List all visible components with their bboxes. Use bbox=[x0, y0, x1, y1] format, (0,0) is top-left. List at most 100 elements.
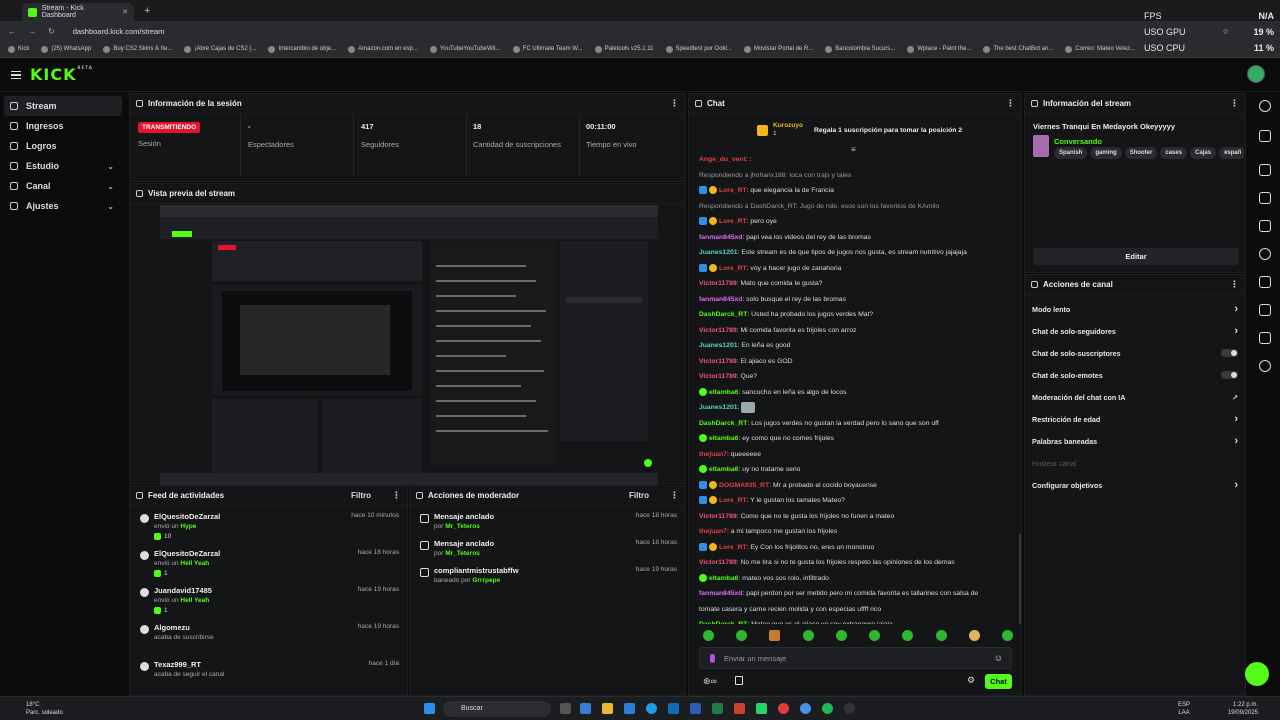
chat-username[interactable]: Juanes1201 bbox=[699, 249, 738, 256]
more-icon[interactable]: ⋮ bbox=[1006, 98, 1015, 109]
emote-icon[interactable] bbox=[1001, 630, 1013, 641]
wrench-icon[interactable] bbox=[1259, 332, 1271, 344]
chat-message[interactable]: Lore_RT: pero oye bbox=[689, 214, 1013, 230]
chat-message[interactable]: eltamba6: sancocho en leña es algo de lo… bbox=[689, 385, 1013, 401]
bookmark-item[interactable]: The best ChatBot an... bbox=[983, 45, 1053, 53]
chat-message[interactable]: tomate casera y carne recien molida y co… bbox=[689, 602, 1013, 618]
bookmark-item[interactable]: Correo: Mateo Velez... bbox=[1065, 45, 1135, 53]
chat-username[interactable]: eltamba6 bbox=[709, 389, 738, 396]
menu-icon[interactable] bbox=[11, 71, 21, 79]
forward-icon[interactable]: → bbox=[28, 27, 36, 36]
mic-icon[interactable] bbox=[710, 654, 715, 663]
mod-action-user[interactable]: Grrrpepe bbox=[472, 577, 500, 584]
chat-bubble-icon[interactable] bbox=[1259, 248, 1271, 260]
channel-action-row[interactable]: Palabras baneadas › bbox=[1025, 430, 1245, 452]
chat-username[interactable]: DashDarck_RT bbox=[699, 420, 747, 427]
close-tab-icon[interactable]: ✕ bbox=[122, 8, 128, 16]
filter-button[interactable]: Filtro bbox=[629, 491, 649, 500]
avatar[interactable] bbox=[1247, 65, 1265, 83]
chat-message[interactable]: Victor11789: Que? bbox=[689, 369, 1013, 385]
sidebar-item-logros[interactable]: Logros bbox=[0, 136, 128, 156]
chat-message[interactable]: DashDarck_RT: Usted ha probado los jugos… bbox=[689, 307, 1013, 323]
emote-icon[interactable] bbox=[835, 630, 847, 641]
clock[interactable]: 1:22 p.m. 19/09/2025 bbox=[1228, 701, 1258, 717]
stream-tag[interactable]: Spanish bbox=[1054, 147, 1088, 159]
chat-username[interactable]: Victor11789 bbox=[699, 358, 737, 365]
switch-icon[interactable] bbox=[1259, 276, 1271, 288]
toggle-switch[interactable] bbox=[1221, 371, 1238, 379]
chat-username[interactable]: Victor11789 bbox=[699, 280, 737, 287]
chat-username[interactable]: Ange_du_vent bbox=[699, 156, 746, 163]
chat-message[interactable]: eltamba6: mateo vos sos rolo, infiltrado bbox=[689, 571, 1013, 587]
bookmark-item[interactable]: Speedtest por Ookl... bbox=[665, 45, 732, 53]
chat-username[interactable]: fanman845xd bbox=[699, 234, 742, 241]
language-indicator[interactable]: ESP LAA bbox=[1178, 701, 1190, 717]
more-icon[interactable]: ⋮ bbox=[392, 490, 401, 501]
chat-message[interactable]: Lore_RT: Ey Con los frijolitos no, eres … bbox=[689, 540, 1013, 556]
sidebar-item-estudio[interactable]: Estudio ⌄ bbox=[0, 156, 128, 176]
emote-icon[interactable] bbox=[968, 630, 980, 641]
bookmark-item[interactable]: ¡Abre Cajas de CS2 (... bbox=[184, 45, 256, 53]
spotify-icon[interactable] bbox=[822, 703, 833, 714]
chat-username[interactable]: Juanes1201 bbox=[699, 404, 738, 411]
emote-icon[interactable] bbox=[703, 630, 714, 641]
chat-username[interactable]: DOGMA935_RT bbox=[719, 482, 769, 489]
pinned-gift-banner[interactable]: Kurozuyo 1 Regala 1 suscripción para tom… bbox=[757, 122, 962, 138]
stream-preview[interactable] bbox=[160, 205, 658, 485]
bookmark-item[interactable]: Movistar Portal de R... bbox=[743, 45, 813, 53]
bookmark-item[interactable]: FC Ultimate Team W... bbox=[512, 45, 583, 53]
sidebar-item-stream[interactable]: Stream bbox=[4, 96, 122, 116]
emote-icon[interactable] bbox=[736, 630, 748, 641]
chat-username[interactable]: Lore_RT bbox=[719, 265, 747, 272]
stream-tag[interactable]: Shooter bbox=[1124, 147, 1158, 159]
chat-username[interactable]: eltamba6 bbox=[709, 466, 738, 473]
weather-widget[interactable]: 18°C Parc. soleado bbox=[26, 701, 63, 717]
chat-username[interactable]: Victor11789 bbox=[699, 559, 737, 566]
chat-username[interactable]: DashDarck_RT bbox=[699, 311, 747, 318]
bookmark-item[interactable]: Paletools v25.1.11 bbox=[594, 45, 654, 53]
more-icon[interactable]: ⋮ bbox=[1230, 279, 1239, 290]
share-icon[interactable] bbox=[1259, 360, 1271, 372]
chat-message[interactable]: Juanes1201: En leña es good bbox=[689, 338, 1013, 354]
chat-username[interactable]: Lore_RT bbox=[719, 218, 747, 225]
emote-icon[interactable] bbox=[802, 630, 814, 641]
whatsapp-icon[interactable] bbox=[756, 703, 767, 714]
chat-message[interactable]: fanman845xd: solo busque el rey de las b… bbox=[689, 292, 1013, 308]
chat-message[interactable]: thejuan7: queeeeee bbox=[689, 447, 1013, 463]
emote-icon[interactable] bbox=[935, 630, 947, 641]
chat-message[interactable]: Juanes1201: Este stream es de que tipos … bbox=[689, 245, 1013, 261]
chat-username[interactable]: DashDarck_RT bbox=[699, 621, 747, 624]
emote-icon[interactable] bbox=[902, 630, 914, 641]
store-icon[interactable] bbox=[624, 703, 635, 714]
chat-username[interactable]: Lore_RT bbox=[719, 544, 747, 551]
channel-action-row[interactable]: Modo lento › bbox=[1025, 298, 1245, 320]
chat-fab-button[interactable] bbox=[1245, 662, 1269, 686]
kick-logo[interactable]: KICKBETA bbox=[30, 65, 93, 84]
edit-button[interactable]: Editar bbox=[1033, 248, 1239, 265]
chat-username[interactable]: eltamba6 bbox=[709, 575, 738, 582]
chat-username[interactable]: Victor11789 bbox=[699, 513, 737, 520]
mod-action-user[interactable]: Mr_Teteros bbox=[445, 550, 480, 557]
sidebar-item-canal[interactable]: Canal ⌄ bbox=[0, 176, 128, 196]
channel-action-row[interactable]: Restricción de edad › bbox=[1025, 408, 1245, 430]
clipboard-icon[interactable] bbox=[1259, 220, 1271, 232]
emote-icon[interactable] bbox=[869, 630, 881, 641]
chat-username[interactable]: Lore_RT bbox=[719, 187, 747, 194]
chat-message[interactable]: Respondiendo a jhoharix188: toca con tra… bbox=[689, 168, 1013, 184]
bookmark-item[interactable]: Buy CS2 Skins & Ite... bbox=[103, 45, 172, 53]
chat-message[interactable]: Victor11789: Mi comida favorita es frijo… bbox=[689, 323, 1013, 339]
chat-username[interactable]: Victor11789 bbox=[699, 373, 737, 380]
taskbar-search[interactable]: Buscar bbox=[443, 701, 551, 717]
chat-message[interactable]: eltamba6: ey como que no comes frijoles bbox=[689, 431, 1013, 447]
chat-username[interactable]: Juanes1201 bbox=[699, 342, 738, 349]
chat-username[interactable]: eltamba6 bbox=[709, 435, 738, 442]
opera-icon[interactable] bbox=[778, 703, 789, 714]
reload-icon[interactable]: ↻ bbox=[48, 27, 55, 36]
bolt-icon[interactable] bbox=[1259, 192, 1271, 204]
bookmark-item[interactable]: YouTubeYouTubeWit... bbox=[429, 45, 501, 53]
channel-action-row[interactable]: Moderación del chat con IA ↗ bbox=[1025, 386, 1245, 408]
gear-icon[interactable]: ⚙ bbox=[967, 675, 975, 686]
powerpoint-icon[interactable] bbox=[734, 703, 745, 714]
bookmark-item[interactable]: Intercambio de obje... bbox=[268, 45, 336, 53]
target-icon[interactable] bbox=[1259, 164, 1271, 176]
